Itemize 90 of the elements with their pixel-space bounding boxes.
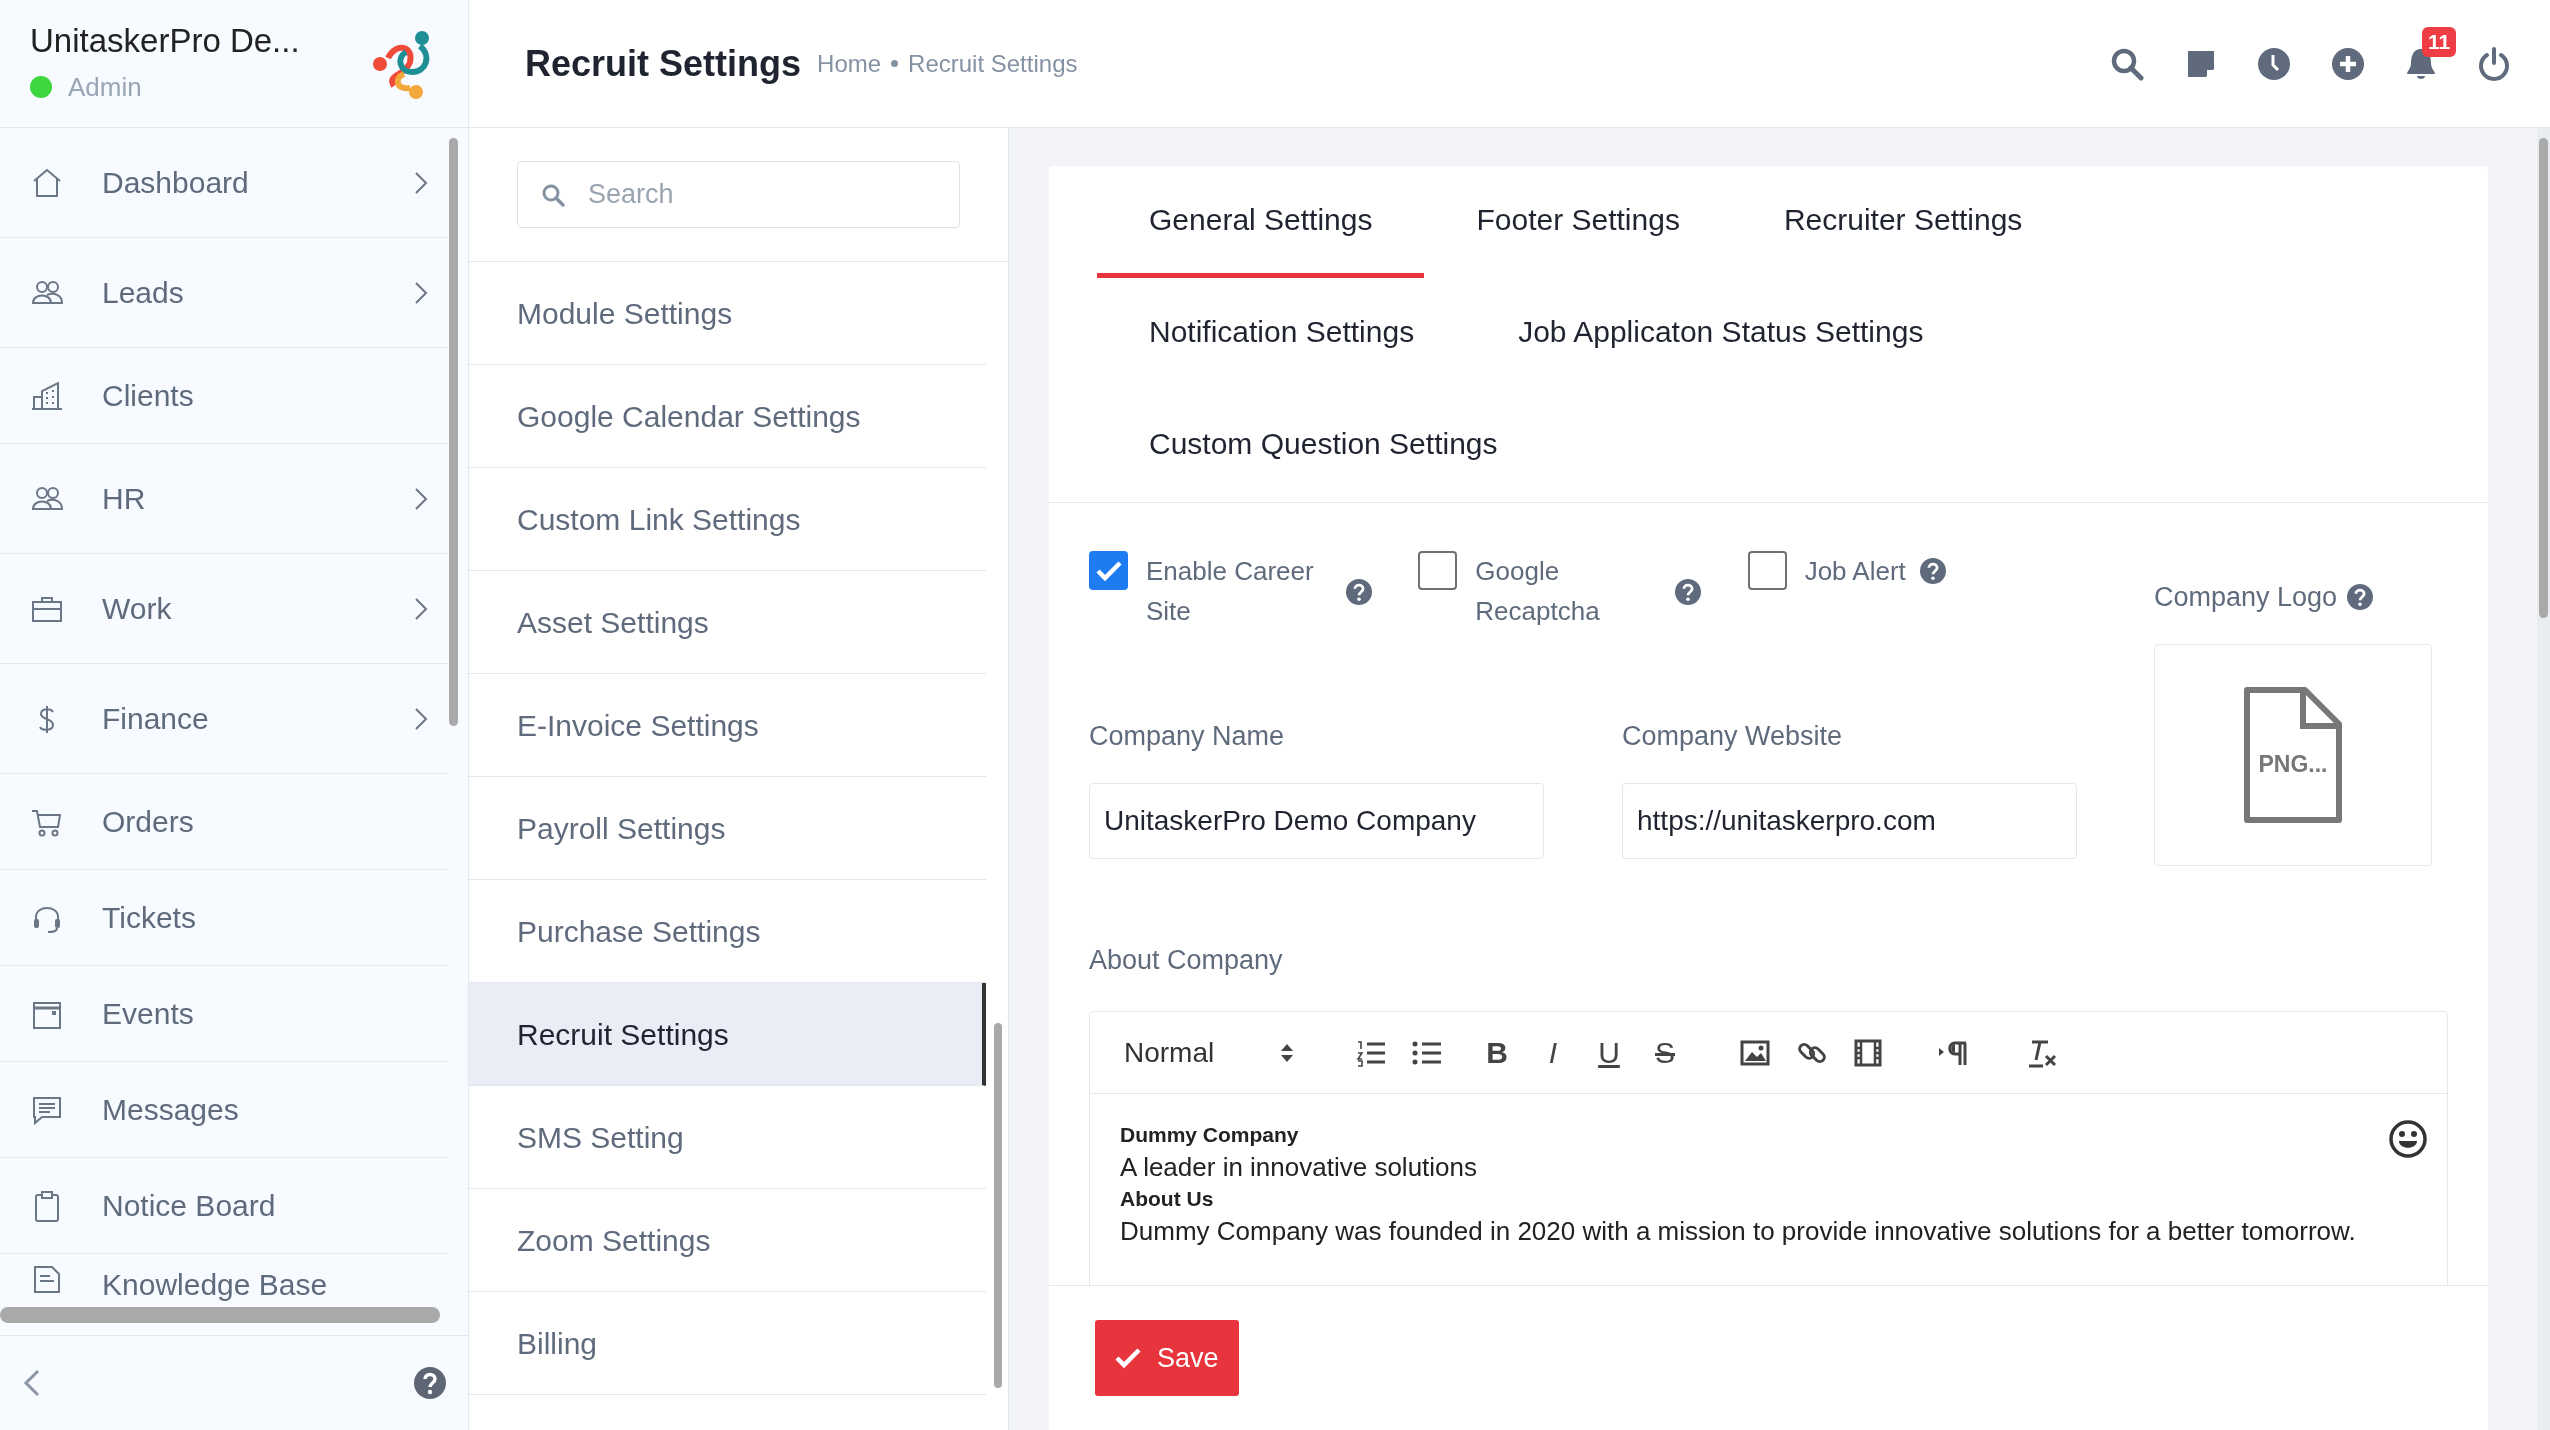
settings-menu-item[interactable]: Recruit Settings	[469, 983, 986, 1086]
scrollbar[interactable]	[2539, 138, 2548, 618]
checkbox-label: Google Recaptcha	[1475, 555, 1601, 628]
settings-menu-item[interactable]: Billing	[469, 1292, 986, 1395]
notification-count: 11	[2422, 26, 2457, 57]
settings-menu-item[interactable]: Google Calendar Settings	[469, 365, 986, 468]
settings-menu-item[interactable]: Payroll Settings	[469, 777, 986, 880]
settings-menu-item[interactable]: Zoom Settings	[469, 1189, 986, 1292]
breadcrumb-item[interactable]: Home	[817, 45, 882, 82]
ordered-list-icon[interactable]	[1356, 1038, 1386, 1067]
search-icon	[541, 183, 565, 207]
clock-icon[interactable]	[2258, 47, 2290, 80]
settings-menu-item[interactable]: E-Invoice Settings	[469, 674, 986, 777]
breadcrumb-item: Recruit Settings	[908, 48, 1078, 79]
check-icon	[1115, 1347, 1141, 1369]
rich-text-editor[interactable]: Normal B I U S Dummy Company A leader in innovative solutions About Us Dummy Company was founded in 2020 with a mission to provide innovative solutions for a better tomorrow.	[1089, 1011, 2448, 1285]
scrollbar[interactable]	[994, 1023, 1002, 1388]
settings-tab[interactable]: Footer Settings	[1424, 166, 1732, 278]
user-role: Admin	[68, 70, 142, 104]
emoji-icon[interactable]	[2389, 1120, 2427, 1158]
add-icon[interactable]	[2332, 47, 2364, 80]
scrollbar[interactable]	[449, 138, 458, 726]
search-icon[interactable]	[2110, 46, 2144, 81]
settings-menu-item[interactable]: Custom Link Settings	[469, 468, 986, 571]
field-label: Company Logo	[2154, 581, 2338, 614]
checkbox[interactable]	[1747, 551, 1787, 590]
sidebar-item[interactable]: Finance	[0, 664, 448, 774]
check-icon	[1095, 559, 1122, 582]
underline-button[interactable]: U	[1594, 1030, 1624, 1075]
logo-upload[interactable]: PNG...	[2154, 643, 2432, 866]
input-field[interactable]: https://unitaskerpro.com	[1622, 782, 2077, 859]
page-title: Recruit Settings	[525, 41, 802, 86]
collapse-chevron-icon[interactable]	[22, 1368, 42, 1398]
chevron-icon	[414, 170, 428, 195]
help-icon[interactable]	[1675, 579, 1702, 605]
help-icon[interactable]	[1919, 558, 1946, 584]
file-icon	[2243, 685, 2343, 824]
chevron-icon	[414, 486, 428, 511]
editor-heading: About Us	[1120, 1186, 1214, 1212]
format-select[interactable]: Normal	[1124, 1031, 1294, 1074]
checkbox[interactable]	[1089, 551, 1128, 590]
save-button[interactable]: Save	[1095, 1320, 1239, 1396]
checkbox[interactable]	[1418, 551, 1458, 590]
bold-button[interactable]: B	[1482, 1030, 1512, 1075]
settings-tab[interactable]: Job Applicaton Status Settings	[1466, 278, 1976, 390]
field-label: Company Website	[1622, 720, 1844, 753]
strikethrough-button[interactable]: S	[1650, 1030, 1680, 1075]
sidebar-item[interactable]: Clients	[0, 348, 448, 444]
checkbox-label: Enable Career Site	[1146, 555, 1315, 628]
chevron-icon	[414, 596, 428, 621]
settings-tab[interactable]: Notification Settings	[1097, 278, 1467, 390]
settings-menu-item[interactable]: Asset Settings	[469, 571, 986, 674]
help-icon[interactable]	[1346, 579, 1372, 605]
scrollbar[interactable]	[0, 1307, 440, 1323]
sidebar-item[interactable]: Work	[0, 554, 448, 664]
sidebar-item[interactable]: HR	[0, 444, 448, 554]
input-field[interactable]: UnitaskerPro Demo Company	[1089, 782, 1544, 859]
breadcrumb-separator	[891, 60, 899, 67]
chevron-icon	[414, 280, 428, 305]
sidebar-item[interactable]: Events	[0, 966, 448, 1062]
settings-tab[interactable]: Recruiter Settings	[1731, 166, 2075, 278]
sidebar-item[interactable]: Leads	[0, 238, 448, 348]
editor-paragraph: Dummy Company was founded in 2020 with a mission to provide innovative solutions for a better tomorrow.	[1120, 1215, 2356, 1248]
field-label: About Company	[1089, 943, 1284, 977]
editor-paragraph: A leader in innovative solutions	[1120, 1151, 1477, 1184]
settings-tab[interactable]: General Settings	[1097, 166, 1425, 278]
search-field[interactable]: Search	[517, 161, 960, 228]
sidebar-item[interactable]: Dashboard	[0, 128, 448, 238]
help-icon[interactable]	[414, 1367, 446, 1399]
help-icon[interactable]	[2347, 584, 2374, 611]
editor-heading: Dummy Company	[1120, 1122, 1299, 1148]
text-direction-icon[interactable]	[1938, 1039, 1968, 1066]
chevron-icon	[414, 706, 428, 731]
checkbox-label: Job Alert	[1804, 555, 1906, 588]
settings-menu-item[interactable]: Module Settings	[469, 262, 986, 365]
sidebar-item[interactable]: Orders	[0, 774, 448, 870]
company-name: UnitaskerPro De...	[30, 21, 300, 62]
file-type-label: PNG...	[2258, 750, 2328, 780]
power-icon[interactable]	[2478, 46, 2510, 81]
sidebar-item[interactable]: Messages	[0, 1062, 448, 1158]
bullet-list-icon[interactable]	[1412, 1039, 1442, 1066]
italic-button[interactable]: I	[1538, 1030, 1568, 1075]
settings-menu-item[interactable]: SMS Setting	[469, 1086, 986, 1189]
sidebar-item[interactable]: Notice Board	[0, 1158, 448, 1254]
field-label: Company Name	[1089, 720, 1286, 753]
sticky-note-icon[interactable]	[2186, 48, 2216, 79]
sidebar-item[interactable]: Tickets	[0, 870, 448, 966]
settings-tab[interactable]: Custom Question Settings	[1097, 390, 1550, 502]
video-icon[interactable]	[1854, 1038, 1882, 1067]
image-icon[interactable]	[1740, 1039, 1770, 1066]
